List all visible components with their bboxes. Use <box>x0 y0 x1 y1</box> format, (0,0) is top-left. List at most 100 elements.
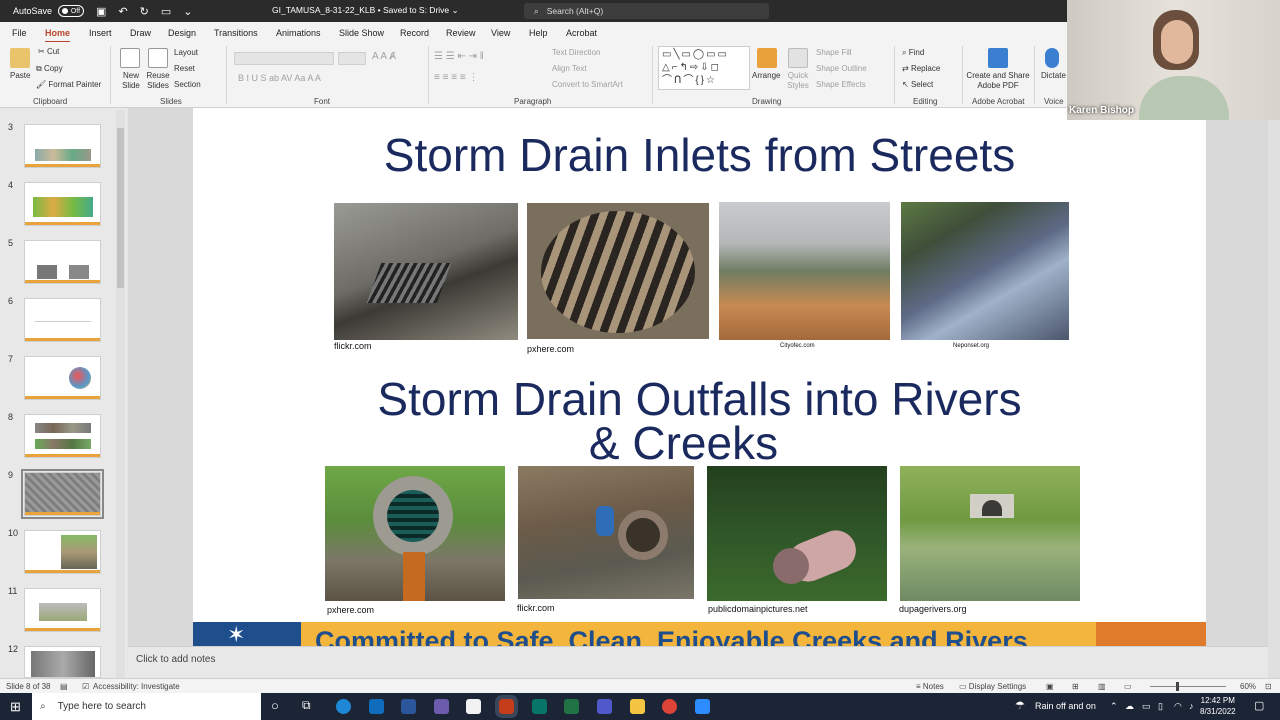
list-icons[interactable]: ☰ ☰ ⇤ ⇥ ‖ <box>434 51 484 62</box>
slide-thumbnail[interactable] <box>24 240 101 284</box>
slide-sorter-icon[interactable]: ⊞ <box>1072 682 1079 691</box>
tab-help[interactable]: Help <box>529 28 548 38</box>
arrange-button[interactable]: Arrange <box>752 71 780 80</box>
convert-smartart-button[interactable]: Convert to SmartArt <box>552 80 623 89</box>
teams-icon[interactable] <box>597 699 612 714</box>
tab-home[interactable]: Home <box>45 28 71 43</box>
network-icon[interactable]: ▭ <box>1142 701 1151 712</box>
photo-river-outfall[interactable] <box>900 466 1080 601</box>
cut-button[interactable]: ✂ Cut <box>38 47 59 56</box>
shapes-gallery[interactable]: ▭╲▭◯▭▭ △⌐↰⇨⇩◻ ⌒ᑎ⌒{}☆ <box>658 46 750 90</box>
reset-button[interactable]: Reset <box>174 64 195 73</box>
photo-pipe-sampling[interactable] <box>518 466 694 599</box>
tab-slide-show[interactable]: Slide Show <box>339 28 384 38</box>
section-button[interactable]: Section <box>174 80 201 89</box>
wifi-icon[interactable]: ◠ <box>1174 701 1182 712</box>
reuse-slides-icon[interactable] <box>148 48 168 68</box>
tab-view[interactable]: View <box>491 28 510 38</box>
notes-placeholder[interactable]: Click to add notes <box>136 654 216 665</box>
slide-thumbnail[interactable] <box>24 182 101 226</box>
quick-styles-button[interactable]: Quick Styles <box>784 71 812 91</box>
start-from-beginning-icon[interactable]: ▭ <box>161 5 171 18</box>
onedrive-icon[interactable]: ☁ <box>1125 701 1134 712</box>
replace-button[interactable]: ⇄ Replace <box>902 64 940 73</box>
select-button[interactable]: ↖ Select <box>902 80 933 89</box>
excel-icon[interactable] <box>564 699 579 714</box>
volume-icon[interactable]: ♪ <box>1189 701 1194 711</box>
zoom-slider[interactable] <box>1150 686 1226 687</box>
reuse-slides-button[interactable]: Reuse Slides <box>146 71 170 91</box>
quick-styles-icon[interactable] <box>788 48 808 68</box>
autosave-toggle[interactable]: Off <box>58 5 85 17</box>
tab-record[interactable]: Record <box>400 28 429 38</box>
cortana-icon[interactable]: ○ <box>271 698 279 713</box>
undo-icon[interactable]: ↶ <box>118 5 127 18</box>
find-button[interactable]: ⌕ Find <box>902 48 924 58</box>
file-icon[interactable] <box>466 699 481 714</box>
editing-scrollbar[interactable] <box>1268 108 1280 678</box>
outlook-icon[interactable] <box>369 699 384 714</box>
photo-curb-inlet[interactable] <box>334 203 518 340</box>
show-hidden-icons[interactable]: ⌃ <box>1110 701 1118 712</box>
tab-review[interactable]: Review <box>446 28 476 38</box>
tab-acrobat[interactable]: Acrobat <box>566 28 597 38</box>
search-box[interactable]: ⌕ Search (Alt+Q) <box>524 3 769 19</box>
paste-icon[interactable] <box>10 48 30 68</box>
taskbar-clock[interactable]: 12:42 PM 8/31/2022 <box>1200 695 1236 717</box>
windows-start-icon[interactable]: ⊞ <box>10 699 21 715</box>
format-painter-button[interactable]: 🖌 Format Painter <box>36 80 101 89</box>
chrome-icon[interactable] <box>662 699 677 714</box>
slide-title-outfalls-line2[interactable]: & Creeks <box>193 420 1190 466</box>
spelling-icon[interactable]: ▤ <box>60 682 68 691</box>
slide-title-outfalls-line1[interactable]: Storm Drain Outfalls into Rivers <box>193 376 1206 422</box>
fit-slide-icon[interactable]: ⊡ <box>1265 682 1272 691</box>
tab-design[interactable]: Design <box>168 28 196 38</box>
notifications-icon[interactable]: ▢ <box>1254 699 1264 712</box>
publisher-icon[interactable] <box>532 699 547 714</box>
tab-insert[interactable]: Insert <box>89 28 112 38</box>
slideshow-icon[interactable]: ▭ <box>1124 682 1132 691</box>
layout-button[interactable]: Layout <box>174 48 198 57</box>
accessibility-icon[interactable]: ☑ <box>82 682 89 691</box>
slide-thumbnail[interactable] <box>24 414 101 458</box>
adobe-pdf-icon[interactable] <box>988 48 1008 68</box>
edge-icon[interactable] <box>336 699 351 714</box>
shape-outline-button[interactable]: Shape Outline <box>816 64 867 73</box>
display-settings-button[interactable]: ▭ Display Settings <box>959 682 1026 691</box>
battery-icon[interactable]: ▯ <box>1158 701 1163 712</box>
weather-icon[interactable]: ☂ <box>1015 699 1025 712</box>
grow-font-icon[interactable]: A A Ⱥ <box>372 51 396 62</box>
new-slide-button[interactable]: New Slide <box>120 71 142 91</box>
slide-thumbnail[interactable] <box>24 298 101 342</box>
zoom-level[interactable]: 60% <box>1240 682 1256 691</box>
align-text-button[interactable]: Align Text <box>552 64 587 73</box>
slide-thumbnail[interactable] <box>24 588 101 632</box>
zoom-slider-thumb[interactable] <box>1176 682 1179 691</box>
slide-thumbnail[interactable] <box>24 356 101 400</box>
tab-transitions[interactable]: Transitions <box>214 28 258 38</box>
slide-thumbnail[interactable] <box>24 124 101 168</box>
powerpoint-icon[interactable] <box>495 695 518 718</box>
weather-text[interactable]: Rain off and on <box>1035 701 1096 711</box>
dictate-button[interactable]: Dictate <box>1041 71 1066 80</box>
align-icons[interactable]: ≡ ≡ ≡ ≡ ⋮ <box>434 72 478 83</box>
shape-effects-button[interactable]: Shape Effects <box>816 80 866 89</box>
photo-oily-water[interactable] <box>901 202 1069 340</box>
zoom-app-icon[interactable] <box>695 699 710 714</box>
paste-button[interactable]: Paste <box>10 71 30 80</box>
notes-toggle[interactable]: ≡ Notes <box>916 682 944 691</box>
scrollbar-thumb[interactable] <box>117 128 124 288</box>
photo-muddy-runoff[interactable] <box>719 202 890 340</box>
arrange-icon[interactable] <box>757 48 777 68</box>
reading-view-icon[interactable]: ▥ <box>1098 682 1106 691</box>
redo-icon[interactable]: ↻ <box>140 5 149 18</box>
photo-culvert-outfall[interactable] <box>325 466 505 601</box>
tab-draw[interactable]: Draw <box>130 28 151 38</box>
document-title[interactable]: GI_TAMUSA_8-31-22_KLB • Saved to S: Driv… <box>272 5 459 16</box>
slide-thumbnail-selected[interactable] <box>21 469 104 519</box>
microphone-icon[interactable] <box>1045 48 1059 68</box>
new-slide-icon[interactable] <box>120 48 140 68</box>
slide-title-inlets[interactable]: Storm Drain Inlets from Streets <box>193 128 1206 182</box>
current-slide[interactable]: Storm Drain Inlets from Streets flickr.c… <box>193 108 1206 646</box>
copy-button[interactable]: ⧉ Copy <box>36 64 63 74</box>
